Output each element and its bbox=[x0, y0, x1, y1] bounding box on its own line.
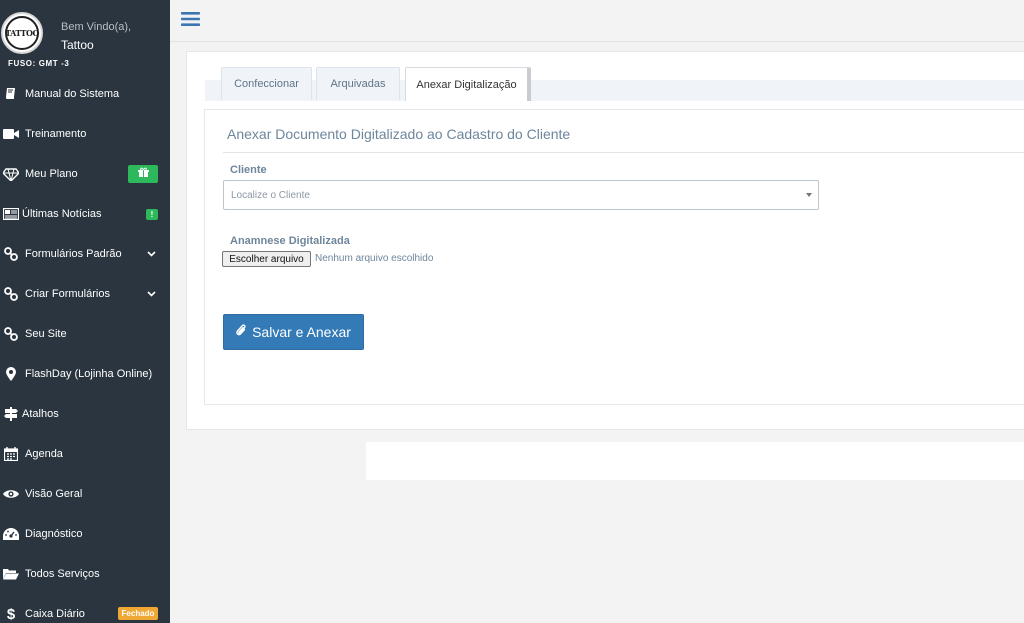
save-and-attach-label: Salvar e Anexar bbox=[252, 324, 351, 340]
gift-badge[interactable] bbox=[128, 165, 158, 183]
sidebar-item-flashday[interactable]: FlashDay (Lojinha Online) bbox=[0, 354, 170, 394]
divider bbox=[223, 152, 1024, 153]
calendar-icon bbox=[2, 445, 20, 463]
sidebar-item-criar-formularios[interactable]: Criar Formulários bbox=[0, 274, 170, 314]
sidebar-item-label: Formulários Padrão bbox=[25, 248, 122, 260]
timezone-label: FUSO: GMT -3 bbox=[8, 59, 70, 68]
sidebar-item-label: Meu Plano bbox=[25, 168, 78, 180]
news-badge: ! bbox=[146, 209, 158, 220]
sidebar-item-label: Últimas Notícias bbox=[22, 208, 102, 220]
dashboard-icon bbox=[2, 525, 20, 543]
signpost-icon bbox=[2, 405, 20, 423]
diamond-icon bbox=[2, 165, 20, 183]
sidebar-item-label: Visão Geral bbox=[25, 488, 83, 500]
sidebar-item-treinamento[interactable]: Treinamento bbox=[0, 114, 170, 154]
chevron-down-icon[interactable] bbox=[145, 248, 157, 260]
link-icon bbox=[2, 245, 20, 263]
username: Tattoo bbox=[61, 38, 94, 52]
eye-icon bbox=[2, 485, 20, 503]
tab-confeccionar[interactable]: Confeccionar bbox=[221, 67, 312, 100]
logo: TATTOO bbox=[5, 16, 39, 50]
sidebar-item-visao-geral[interactable]: Visão Geral bbox=[0, 474, 170, 514]
sidebar-item-seu-site[interactable]: Seu Site bbox=[0, 314, 170, 354]
newspaper-icon bbox=[2, 205, 20, 223]
main-panel: Confeccionar Arquivadas Anexar Digitaliz… bbox=[186, 51, 1024, 430]
logo-text: TATTOO bbox=[5, 28, 39, 38]
sidebar-item-manual[interactable]: Manual do Sistema bbox=[0, 74, 170, 114]
save-and-attach-button[interactable]: Salvar e Anexar bbox=[223, 314, 364, 350]
sidebar-item-label: Caixa Diário bbox=[25, 608, 85, 620]
sidebar-item-label: Todos Serviços bbox=[25, 568, 100, 580]
client-select[interactable]: Localize o Cliente bbox=[223, 180, 819, 210]
sidebar-item-diagnostico[interactable]: Diagnóstico bbox=[0, 514, 170, 554]
sidebar-item-todos-servicos[interactable]: Todos Serviços bbox=[0, 554, 170, 594]
gift-icon bbox=[137, 167, 149, 181]
video-camera-icon bbox=[2, 125, 20, 143]
map-marker-icon bbox=[2, 365, 20, 383]
folder-open-icon bbox=[2, 565, 20, 583]
attach-form: Anexar Documento Digitalizado ao Cadastr… bbox=[204, 109, 1024, 405]
sidebar-item-meu-plano[interactable]: Meu Plano bbox=[0, 154, 170, 194]
sidebar-menu: Manual do Sistema Treinamento Meu Plano … bbox=[0, 74, 170, 623]
dollar-icon: $ bbox=[6, 605, 16, 623]
sidebar-item-atalhos[interactable]: Atalhos bbox=[0, 394, 170, 434]
sidebar-item-label: Agenda bbox=[25, 448, 63, 460]
link-icon bbox=[2, 325, 20, 343]
topbar bbox=[170, 0, 1024, 42]
link-icon bbox=[2, 285, 20, 303]
sidebar-item-formularios-padrao[interactable]: Formulários Padrão bbox=[0, 234, 170, 274]
sidebar-item-noticias[interactable]: Últimas Notícias ! bbox=[0, 194, 170, 234]
sidebar-item-label: Diagnóstico bbox=[25, 528, 83, 540]
paperclip-icon bbox=[236, 324, 247, 340]
client-label: Cliente bbox=[230, 164, 267, 176]
file-status: Nenhum arquivo escolhido bbox=[315, 253, 434, 264]
sidebar-item-label: FlashDay (Lojinha Online) bbox=[25, 368, 153, 380]
tab-arquivadas[interactable]: Arquivadas bbox=[316, 67, 400, 100]
sidebar-item-label: Seu Site bbox=[25, 328, 67, 340]
chevron-down-icon[interactable] bbox=[145, 288, 157, 300]
tab-anexar-digitalizacao[interactable]: Anexar Digitalização bbox=[405, 67, 531, 101]
profile-header: TATTOO Bem Vindo(a), Tattoo FUSO: GMT -3 bbox=[0, 0, 170, 74]
sidebar-item-label: Criar Formulários bbox=[25, 288, 110, 300]
avatar[interactable]: TATTOO bbox=[1, 12, 43, 54]
choose-file-button[interactable]: Escolher arquivo bbox=[222, 251, 311, 267]
form-title: Anexar Documento Digitalizado ao Cadastr… bbox=[227, 126, 571, 142]
sidebar-item-label: Manual do Sistema bbox=[25, 88, 120, 100]
sidebar-item-agenda[interactable]: Agenda bbox=[0, 434, 170, 474]
sidebar: TATTOO Bem Vindo(a), Tattoo FUSO: GMT -3… bbox=[0, 0, 170, 623]
sidebar-item-label: Atalhos bbox=[22, 408, 59, 420]
client-select-placeholder: Localize o Cliente bbox=[231, 189, 310, 201]
sidebar-item-label: Treinamento bbox=[25, 128, 87, 140]
status-badge: Fechado bbox=[118, 607, 158, 620]
hamburger-icon[interactable] bbox=[181, 11, 200, 27]
footer-bar bbox=[366, 442, 1024, 480]
sidebar-item-caixa-diario[interactable]: $ Caixa Diário Fechado bbox=[0, 594, 170, 623]
chevron-down-icon bbox=[806, 193, 812, 197]
book-icon bbox=[2, 85, 20, 103]
welcome-text: Bem Vindo(a), bbox=[61, 21, 132, 33]
scan-label: Anamnese Digitalizada bbox=[230, 235, 350, 247]
